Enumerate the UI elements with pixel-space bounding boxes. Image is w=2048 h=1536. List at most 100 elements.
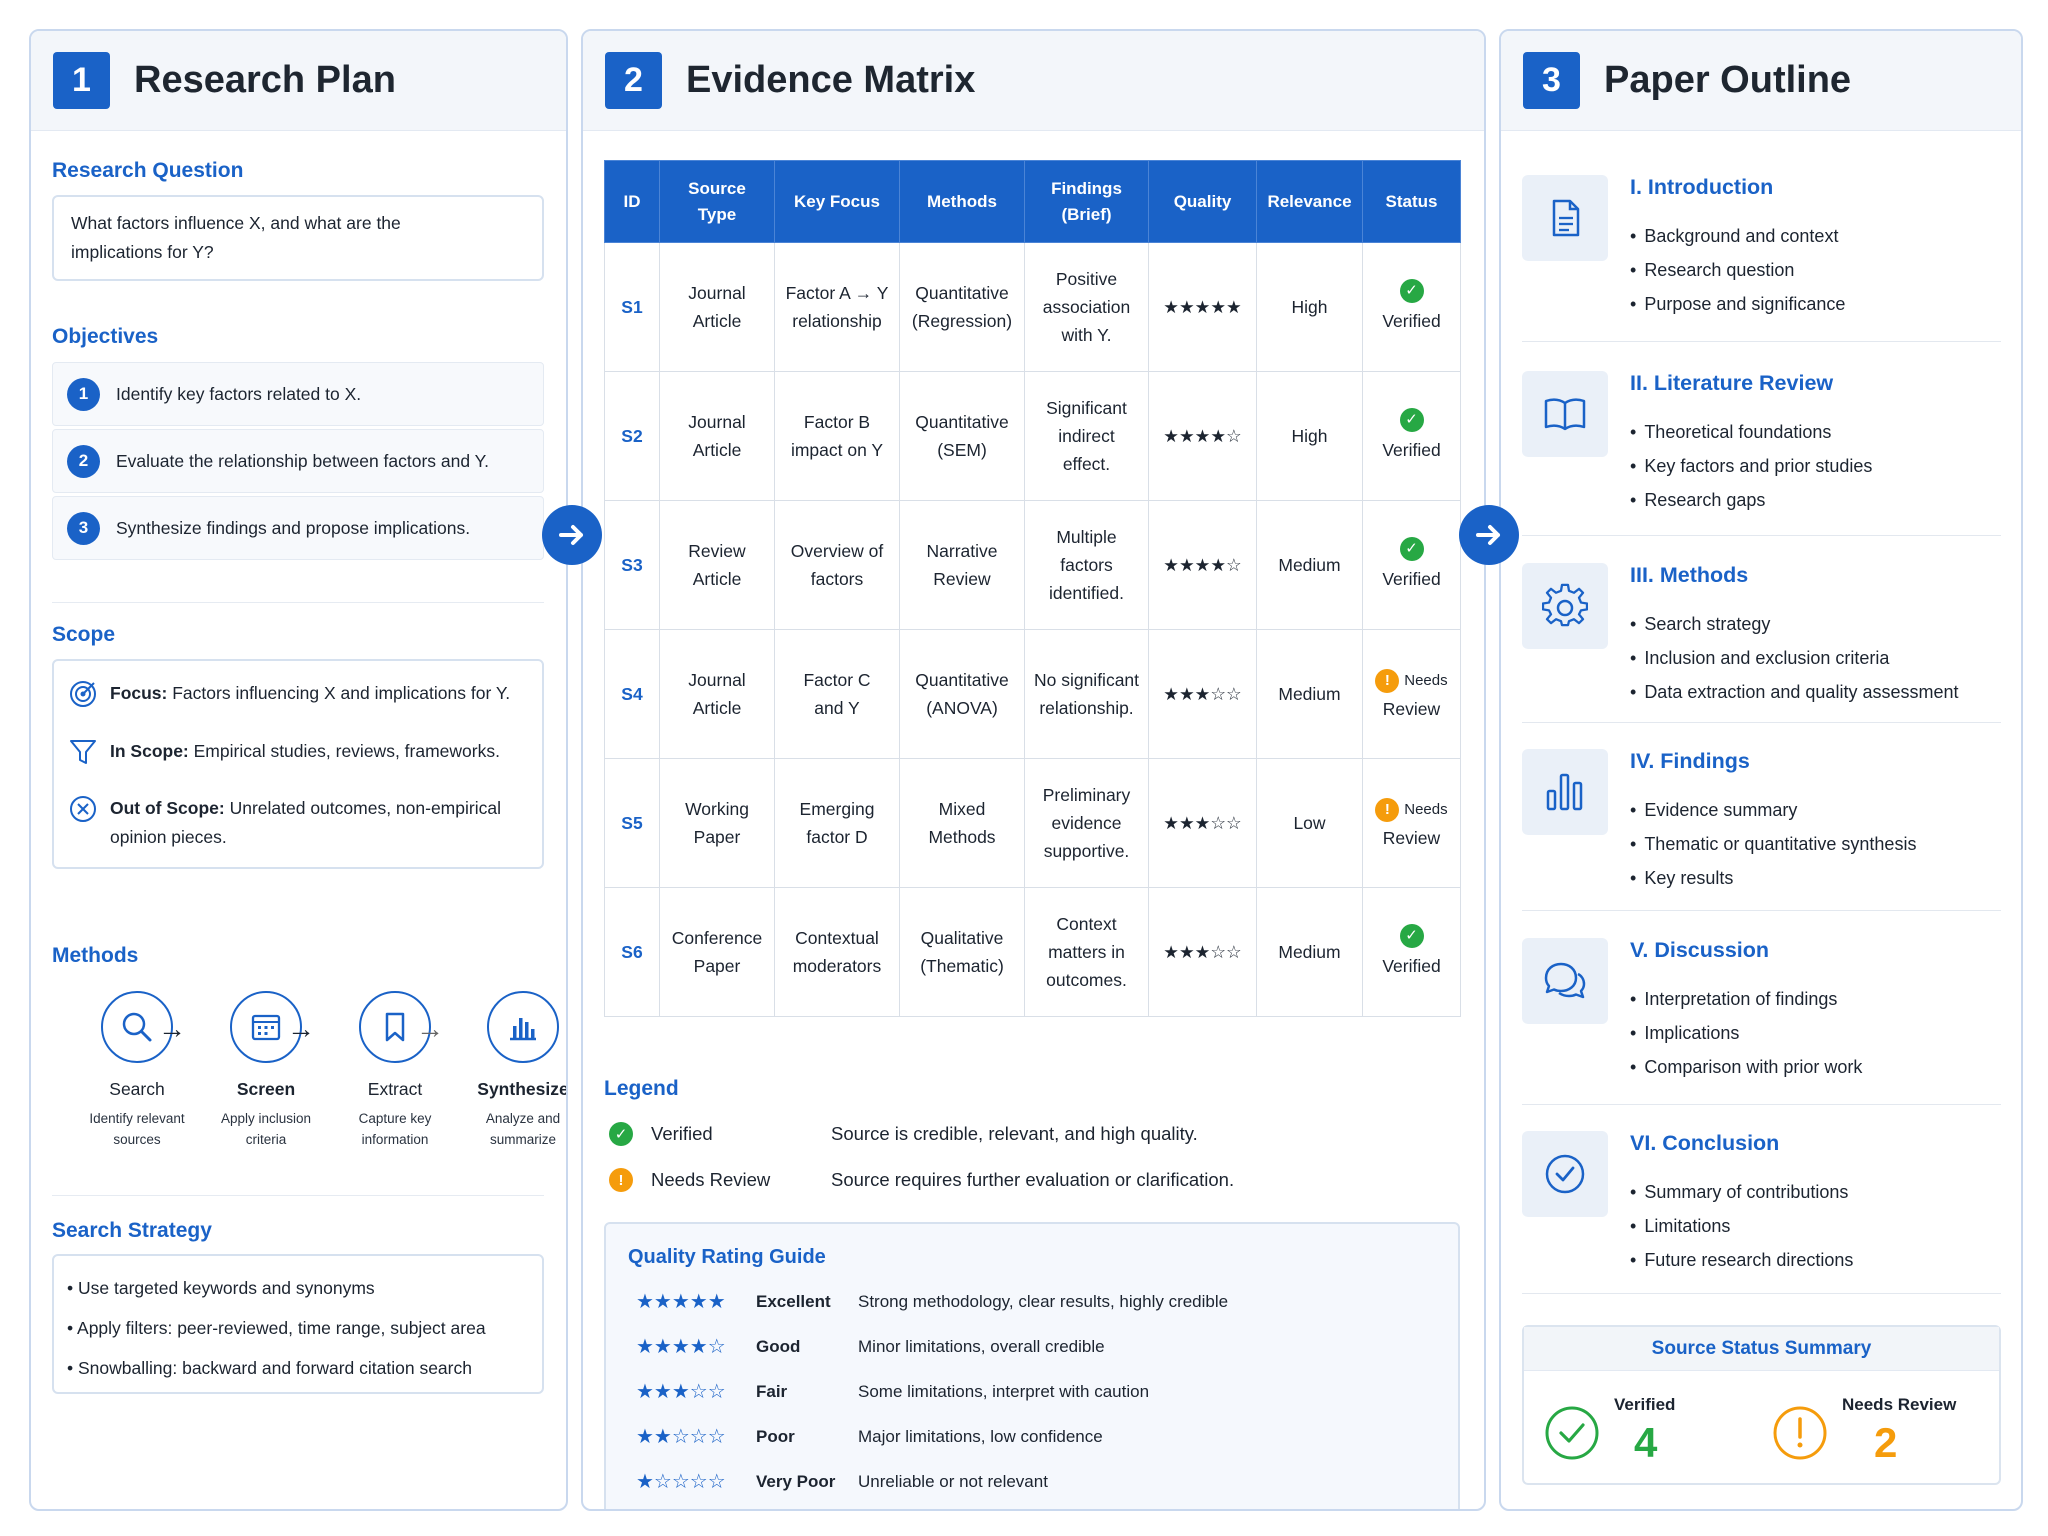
quality-stars: ★★★★☆ [1148,371,1257,501]
outline-item: Research gaps [1630,483,1872,517]
scope-text: Unrelated outcomes, non-empirical [224,798,501,818]
outline-item: Interpretation of findings [1630,982,1862,1016]
outline-item: Research question [1630,253,1845,287]
bookmark-icon [385,1012,405,1042]
quality-guide-title: Quality Rating Guide [628,1246,826,1268]
source-id: S2 [604,371,660,501]
scope-text-cont: opinion pieces. [110,827,227,847]
method-desc: Identify relevant [89,1111,185,1126]
arrow-right-connector-icon [542,505,602,565]
stars-icon: ★★★★☆ [636,1336,726,1358]
chat-bubbles-icon [1544,962,1586,999]
method-desc: Capture key [358,1111,432,1126]
status-cell: ✓ Verified [1362,500,1461,630]
objective-item: 2 Evaluate the relationship between fact… [52,429,544,493]
column-header: ID [604,160,660,243]
objective-number: 3 [67,511,100,545]
relevance-cell: Medium [1256,887,1363,1017]
quality-rating-guide: Quality Rating Guide ★★★★★ Excellent Stron… [604,1222,1460,1509]
methods-title: Methods [52,944,139,967]
scope-box: Focus: Factors influencing X and implica… [52,659,544,869]
check-circle-icon [1545,1406,1599,1460]
source-id: S6 [604,887,660,1017]
outline-item: Evidence summary [1630,793,1916,827]
search-strategy-title: Search Strategy [52,1219,212,1242]
outline-item: Comparison with prior work [1630,1050,1862,1084]
scope-focus-row: Focus: Factors influencing X and implica… [68,679,510,709]
panel-header: 2 Evidence Matrix [583,31,1484,131]
source-status-summary: Source Status Summary Verified 4 Needs R… [1522,1325,2001,1485]
column-header: Quality [1148,160,1257,243]
panel-title: Evidence Matrix [686,59,976,101]
quality-guide-row: ★★☆☆☆ Poor Major limitations, low confiden… [636,1426,1103,1448]
key-focus: Overview of factors [774,500,900,630]
method-desc: Analyze and [485,1111,561,1126]
key-focus: Emerging factor D [774,758,900,888]
key-focus: Contextual moderators [774,887,900,1017]
outline-item: Theoretical foundations [1630,415,1872,449]
strategy-item: • Snowballing: backward and forward cita… [67,1358,472,1378]
warning-icon: ! [609,1168,633,1192]
source-type: Journal Article [659,242,775,372]
method-desc: sources [113,1132,161,1147]
findings-cell: No significant relationship. [1024,629,1149,759]
method-desc: summarize [489,1132,556,1147]
methods-cell: Narrative Review [899,500,1025,630]
method-label: Search [109,1079,165,1099]
table-row: S3 Review Article Overview of factors Narr… [604,500,1461,630]
source-id: S5 [604,758,660,888]
findings-cell: Multiple factors identified. [1024,500,1149,630]
table-row: S5 Working Paper Emerging factor D Mixed Me… [604,758,1461,888]
key-focus: Factor A → Yrelationship [774,242,900,372]
outline-item: Future research directions [1630,1243,1853,1277]
quality-stars: ★★★☆☆ [1148,629,1257,759]
quality-stars: ★★★☆☆ [1148,887,1257,1017]
needs-review-label: Needs Review [1842,1395,1957,1414]
document-icon [1552,199,1580,237]
quality-guide-row: ★★★★☆ Good Minor limitations, overall cred… [636,1336,1105,1358]
search-strategy-box: • Use targeted keywords and synonyms • A… [52,1254,544,1394]
close-circle-icon [70,796,96,822]
section-divider [1522,535,2001,536]
outline-item: Data extraction and quality assessment [1630,675,1958,709]
strategy-item: • Apply filters: peer-reviewed, time ran… [67,1318,486,1338]
strategy-item: • Use targeted keywords and synonyms [67,1278,375,1298]
panel-header: 1 Research Plan [31,31,566,131]
scope-in-row: In Scope: Empirical studies, reviews, fr… [68,737,500,767]
check-icon: ✓ [609,1122,633,1146]
check-icon: ✓ [1399,279,1424,303]
objectives-title: Objectives [52,325,159,348]
warning-circle-icon [1773,1406,1827,1460]
findings-cell: Significant indirect effect. [1024,371,1149,501]
scope-label: Focus: [110,683,168,703]
quality-stars: ★★★★★ [1148,242,1257,372]
research-question-box: What factors influence X, and what are t… [52,195,544,281]
bar-chart-icon [510,1018,536,1041]
research-question-title: Research Question [52,159,244,182]
source-type: Journal Article [659,371,775,501]
source-id: S3 [604,500,660,630]
outline-title: III. Methods [1630,563,1749,587]
outline-title: V. Discussion [1630,938,1770,962]
table-header-row: ID Source Type Key Focus Methods Findings… [604,160,1461,243]
scope-label: In Scope: [110,741,189,761]
methods-cell: Quantitative (Regression) [899,242,1025,372]
section-divider [1522,1293,2001,1294]
status-cell: ✓ Verified [1362,371,1461,501]
quality-stars: ★★★☆☆ [1148,758,1257,888]
status-cell: ✓ Verified [1362,242,1461,372]
research-question-line-2: implications for Y? [71,242,214,262]
quality-guide-row: ★★★★★ Excellent Strong methodology, clear … [636,1291,1229,1313]
verified-count: 4 [1634,1419,1658,1466]
column-header: Key Focus [774,160,900,243]
outline-title: IV. Findings [1630,749,1750,773]
methods-cell: Qualitative (Thematic) [899,887,1025,1017]
objective-number: 1 [67,377,100,411]
quality-guide-row: ★☆☆☆☆ Very Poor Unreliable or not relevant [636,1471,1048,1493]
column-header: Status [1362,160,1461,243]
check-circle-icon [1545,1154,1585,1194]
findings-cell: Positive association with Y. [1024,242,1149,372]
relevance-cell: Medium [1256,629,1363,759]
relevance-cell: Low [1256,758,1363,888]
method-desc: Apply inclusion [220,1111,312,1126]
